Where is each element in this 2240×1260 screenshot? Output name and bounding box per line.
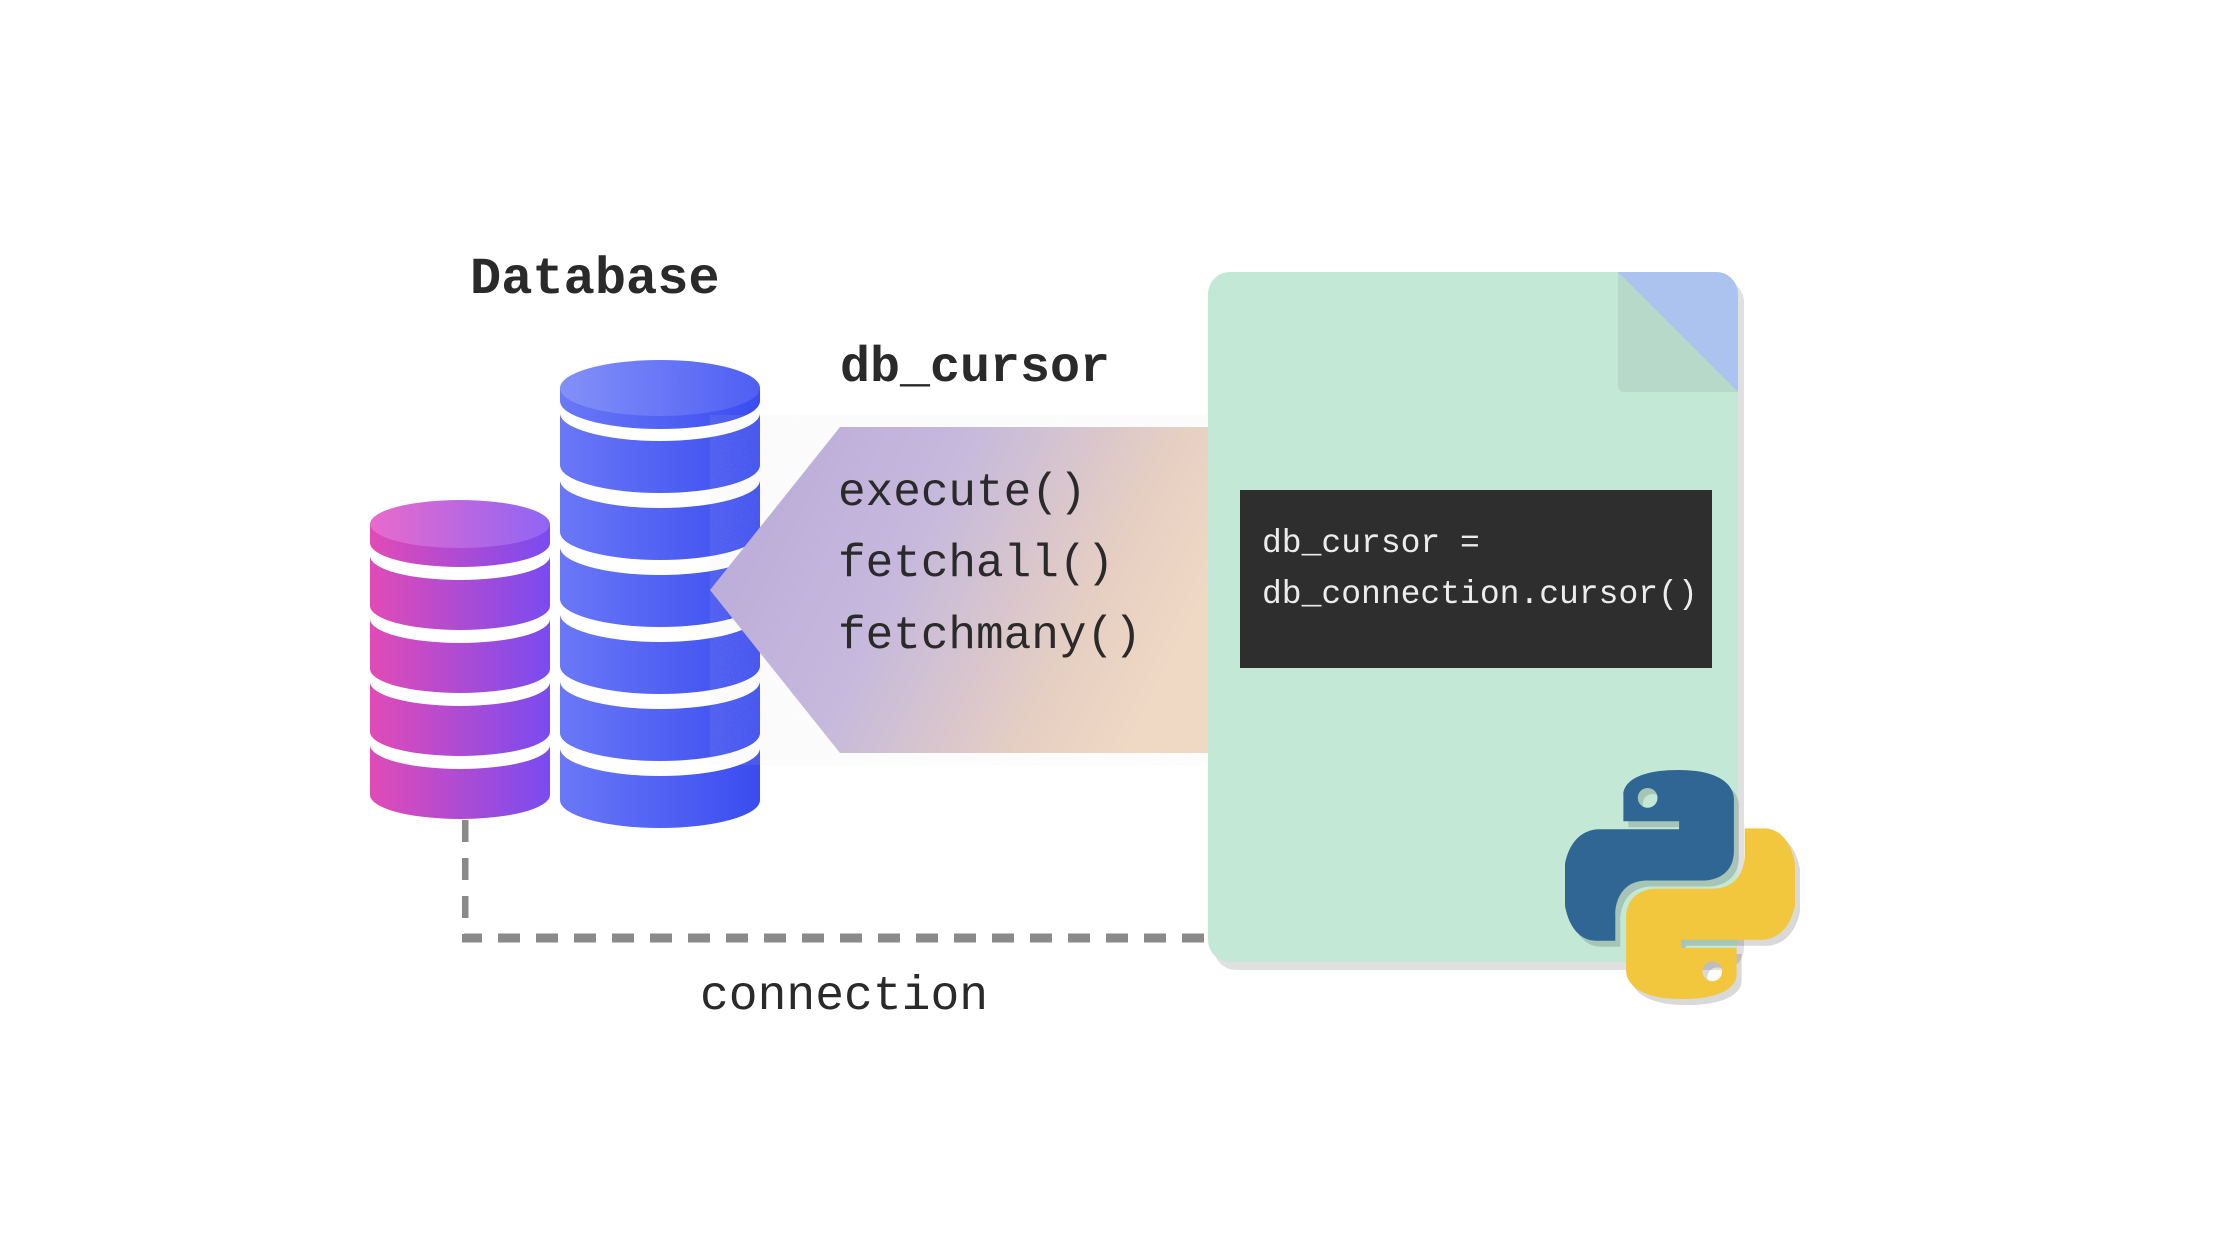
code-line-2: db_connection.cursor(): [1262, 569, 1690, 620]
database-label: Database: [470, 250, 720, 309]
code-box: db_cursor = db_connection.cursor(): [1240, 490, 1712, 668]
cursor-method-execute: execute(): [838, 458, 1142, 529]
diagram-stage: Database: [370, 210, 1870, 1050]
cursor-title: db_cursor: [840, 340, 1110, 397]
python-logo-icon: [1565, 770, 1795, 1000]
connection-line: [462, 820, 1252, 970]
cursor-method-fetchall: fetchall(): [838, 529, 1142, 600]
cursor-method-fetchmany: fetchmany(): [838, 601, 1142, 672]
code-line-1: db_cursor =: [1262, 518, 1690, 569]
database-cylinder-pink-icon: [370, 500, 550, 820]
connection-label: connection: [700, 970, 988, 1024]
cursor-methods: execute() fetchall() fetchmany(): [838, 458, 1142, 672]
